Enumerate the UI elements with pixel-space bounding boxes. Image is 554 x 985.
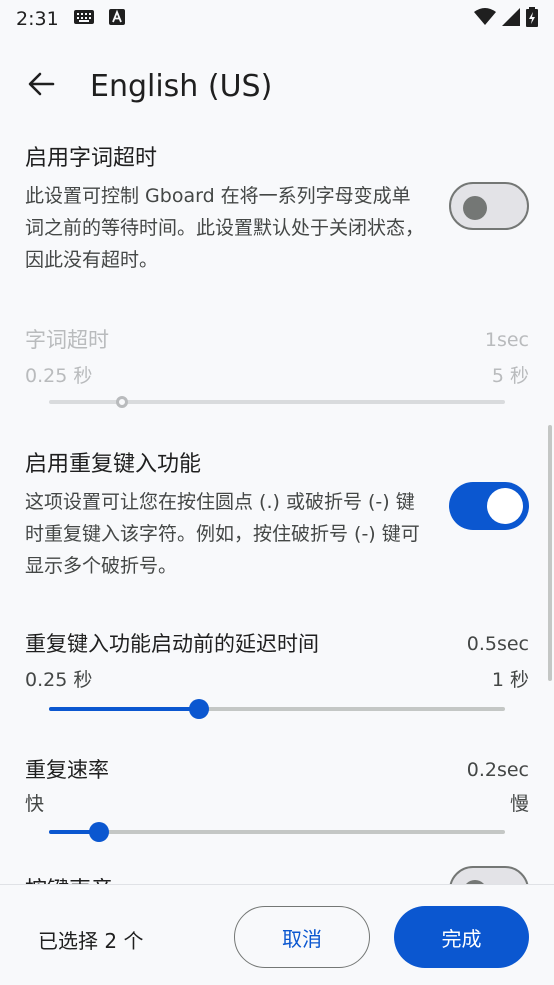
slider-track[interactable] — [49, 699, 505, 719]
slider-track-fill — [49, 707, 200, 711]
status-bar: 2:31 — [0, 0, 554, 38]
page-title: English (US) — [90, 68, 273, 104]
slider-label: 重复速率 — [25, 758, 109, 782]
toggle-knob — [487, 488, 523, 524]
bottom-action-bar: 已选择 2 个 取消 完成 — [0, 884, 554, 985]
settings-list[interactable]: 启用字词超时 此设置可控制 Gboard 在将一系列字母变成单词之前的等待时间。… — [0, 134, 554, 884]
setting-word-timeout[interactable]: 启用字词超时 此设置可控制 Gboard 在将一系列字母变成单词之前的等待时间。… — [25, 140, 529, 276]
slider-max-label: 5 秒 — [491, 365, 529, 387]
slider-min-label: 快 — [25, 793, 45, 815]
battery-icon — [526, 6, 538, 32]
slider-track — [49, 396, 505, 408]
slider-min-label: 0.25 秒 — [25, 365, 93, 387]
slider-thumb — [115, 396, 128, 408]
setting-title: 启用字词超时 — [25, 146, 158, 171]
key-sound-toggle[interactable] — [449, 866, 529, 884]
slider-value: 0.2sec — [466, 759, 529, 781]
repeat-delay-slider[interactable]: 重复键入功能启动前的延迟时间 0.5sec 0.25 秒 1 秒 — [25, 628, 529, 698]
setting-key-sound[interactable]: 按键声音 — [25, 866, 529, 884]
setting-description: 此设置可控制 Gboard 在将一系列字母变成单词之前的等待时间。此设置默认处于… — [25, 185, 425, 271]
setting-key-repeat[interactable]: 启用重复键入功能 这项设置可让您在按住圆点 (.) 或破折号 (-) 键时重复键… — [25, 446, 529, 582]
selected-count: 已选择 2 个 — [38, 929, 144, 953]
slider-label: 重复键入功能启动前的延迟时间 — [25, 632, 319, 656]
setting-title: 启用重复键入功能 — [25, 452, 202, 477]
keyboard-icon — [73, 8, 95, 30]
setting-description: 这项设置可让您在按住圆点 (.) 或破折号 (-) 键时重复键入该字符。例如，按… — [25, 491, 420, 577]
slider-thumb[interactable] — [189, 699, 210, 719]
status-time: 2:31 — [16, 8, 59, 30]
signal-icon — [502, 7, 520, 31]
slider-max-label: 1 秒 — [491, 669, 529, 691]
slider-thumb[interactable] — [89, 822, 110, 842]
repeat-rate-slider[interactable]: 重复速率 0.2sec 快 慢 — [25, 754, 529, 824]
back-arrow-icon[interactable] — [26, 69, 56, 103]
word-timeout-toggle[interactable] — [449, 182, 529, 230]
slider-label: 字词超时 — [25, 328, 109, 352]
cancel-button[interactable]: 取消 — [234, 906, 370, 968]
done-button[interactable]: 完成 — [394, 906, 529, 968]
text-a-icon — [108, 8, 125, 30]
slider-value: 0.5sec — [466, 633, 529, 655]
key-repeat-toggle[interactable] — [449, 482, 529, 530]
app-bar: English (US) — [0, 38, 554, 134]
slider-max-label: 慢 — [509, 793, 529, 815]
toggle-knob — [463, 196, 487, 220]
slider-value: 1sec — [484, 329, 529, 351]
slider-min-label: 0.25 秒 — [25, 669, 93, 691]
scrollbar[interactable] — [548, 425, 552, 681]
slider-track[interactable] — [49, 822, 505, 842]
wifi-icon — [474, 7, 496, 31]
